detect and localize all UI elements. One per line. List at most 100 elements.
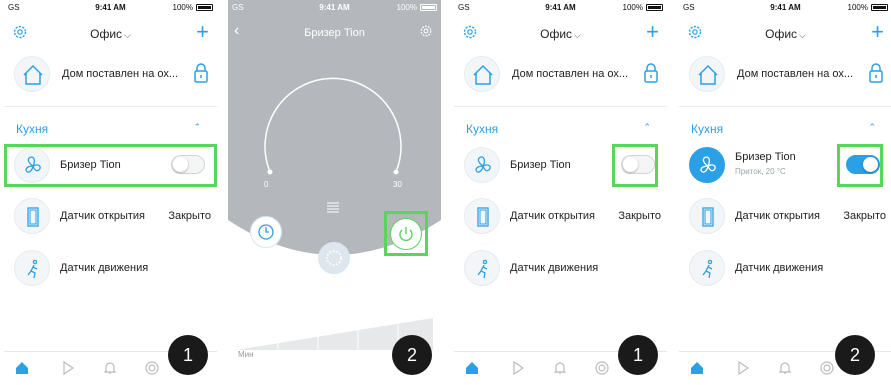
settings-gear-icon[interactable] [419,24,433,43]
status-bar: GS 9:41 AM 100% [4,0,217,14]
house-icon [464,56,500,92]
timer-button[interactable] [250,216,282,248]
security-label: Дом поставлен на ох... [512,68,629,80]
device-name: Датчик движения [735,262,824,274]
tab-notifications-icon[interactable] [102,360,118,381]
room-title: Кухня [16,122,49,136]
highlight-frame [612,144,658,187]
device-row-motion-sensor[interactable]: Датчик движения [679,244,891,292]
location-selector[interactable]: Офис ⌵ [679,27,891,41]
tab-support-icon[interactable] [144,360,160,381]
tab-home-icon[interactable] [464,360,480,381]
temperature-dial[interactable] [258,68,408,178]
device-name: Бризер Tion [735,151,796,163]
chevron-down-icon: ⌵ [124,30,131,40]
location-title: Офис [540,27,573,41]
screen-home-off: GS 9:41 AM 100% Офис ⌵ + Дом поставлен на… [4,0,217,385]
security-label: Дом поставлен на ох... [737,68,854,80]
motion-icon [689,250,725,286]
header: Офис ⌵ + [679,20,891,46]
divider [454,106,667,107]
tab-support-icon[interactable] [594,360,610,381]
lock-icon[interactable] [643,62,659,89]
chevron-down-icon: ⌵ [574,30,581,40]
collapse-chevron-icon[interactable]: ⌃ [868,122,876,133]
door-icon [14,198,50,234]
step-badge: 2 [392,335,432,375]
battery-icon [420,4,437,11]
fan-icon [464,147,500,183]
battery-icon [196,4,213,11]
highlight-frame [4,144,217,187]
device-row-motion-sensor[interactable]: Датчик движения [454,244,667,292]
device-state: Закрыто [618,210,661,222]
lock-icon[interactable] [193,62,209,89]
device-row-door-sensor[interactable]: Датчик открытия Закрыто [454,192,667,240]
divider [679,106,891,107]
divider [4,106,217,107]
device-row-door-sensor[interactable]: Датчик открытия Закрыто [4,192,217,240]
tab-notifications-icon[interactable] [552,360,568,381]
dial-min-label: 0 [264,180,269,189]
tab-scenarios-icon[interactable] [60,360,76,381]
device-subtitle: Приток, 20 °C [735,167,786,176]
status-bar: GS 9:41 AM 100% [679,0,891,14]
battery-icon [871,4,888,11]
chevron-down-icon: ⌵ [799,30,806,40]
highlight-frame [384,211,428,256]
screen-breezer: GS 9:41 AM 100% ‹ Бризер Tion 0 30 Мин 2 [228,0,441,385]
add-icon[interactable]: + [871,21,884,43]
device-name: Датчик движения [510,262,599,274]
tab-notifications-icon[interactable] [777,360,793,381]
fan-icon [689,147,725,183]
tab-scenarios-icon[interactable] [510,360,526,381]
dial-max-label: 30 [393,180,402,189]
device-name: Датчик движения [60,262,149,274]
step-badge: 1 [168,335,208,375]
battery-percent: 100% [847,3,868,12]
mode-button[interactable] [318,242,350,274]
collapse-chevron-icon[interactable]: ⌃ [193,122,201,133]
room-title: Кухня [691,122,724,136]
device-state: Закрыто [168,210,211,222]
location-title: Офис [90,27,123,41]
header: Офис ⌵ + [4,20,217,46]
security-label: Дом поставлен на ох... [62,68,179,80]
house-icon [14,56,50,92]
tab-support-icon[interactable] [819,360,835,381]
tab-home-icon[interactable] [689,360,705,381]
add-icon[interactable]: + [646,21,659,43]
step-badge: 1 [618,335,658,375]
device-row-motion-sensor[interactable]: Датчик движения [4,244,217,292]
tab-home-icon[interactable] [14,360,30,381]
battery-percent: 100% [622,3,643,12]
location-selector[interactable]: Офис ⌵ [4,27,217,41]
lock-icon[interactable] [868,62,884,89]
add-icon[interactable]: + [196,21,209,43]
device-name: Датчик открытия [60,210,145,222]
door-icon [464,198,500,234]
security-row[interactable]: Дом поставлен на ох... [454,52,667,98]
battery-percent: 100% [396,3,417,12]
collapse-chevron-icon[interactable]: ⌃ [643,122,651,133]
location-title: Офис [765,27,798,41]
house-icon [689,56,725,92]
location-selector[interactable]: Офис ⌵ [454,27,667,41]
highlight-frame [837,144,883,187]
device-name: Бризер Tion [510,159,571,171]
security-row[interactable]: Дом поставлен на ох... [4,52,217,98]
motion-icon [464,250,500,286]
room-title: Кухня [466,122,499,136]
device-name: Датчик открытия [510,210,595,222]
tab-scenarios-icon[interactable] [735,360,751,381]
speed-min-label: Мин [238,350,254,359]
screen-home-off-2: GS 9:41 AM 100% Офис ⌵ + Дом поставлен на… [454,0,667,385]
battery-percent: 100% [172,3,193,12]
security-row[interactable]: Дом поставлен на ох... [679,52,891,98]
status-bar: GS 9:41 AM 100% [228,0,441,14]
step-badge: 2 [835,335,875,375]
battery-icon [646,4,663,11]
device-name: Датчик открытия [735,210,820,222]
device-row-door-sensor[interactable]: Датчик открытия Закрыто [679,192,891,240]
device-state: Закрыто [843,210,886,222]
